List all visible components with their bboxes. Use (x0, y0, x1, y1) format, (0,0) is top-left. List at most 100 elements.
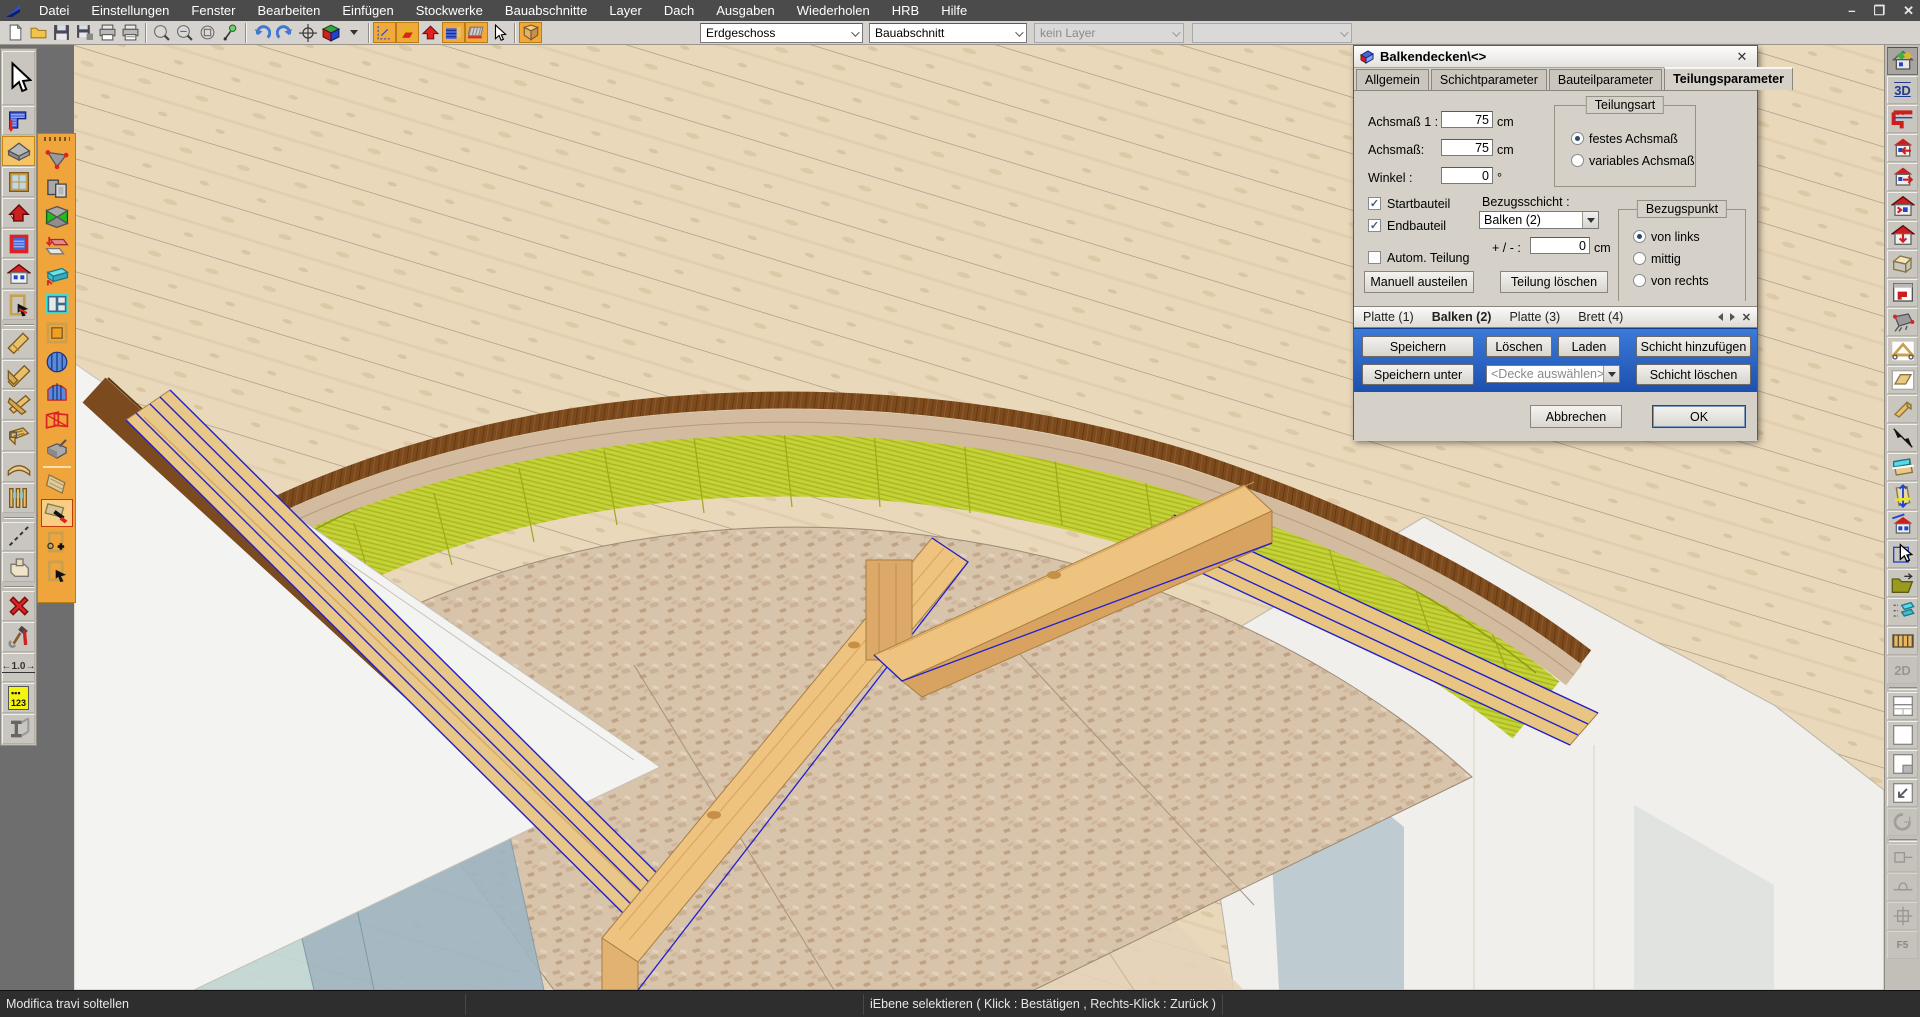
save-icon[interactable] (50, 22, 73, 43)
view-house-left-button[interactable] (1887, 134, 1918, 162)
house-tool[interactable] (2, 259, 35, 289)
layer-tab-prev-icon[interactable] (1718, 313, 1723, 321)
window-detail-button[interactable] (1887, 750, 1918, 778)
section-select[interactable]: Bauabschnitt (869, 23, 1027, 43)
wood-plank-tool[interactable] (41, 470, 73, 498)
rafter-tool[interactable] (2, 360, 35, 390)
abbrechen-button[interactable]: Abbrechen (1530, 405, 1622, 428)
menu-hilfe[interactable]: Hilfe (930, 1, 978, 20)
plank-fence-button[interactable] (1887, 627, 1918, 655)
radio-festes-achsmass[interactable] (1571, 132, 1584, 145)
dimension-tool[interactable]: ←1.0→ (2, 653, 35, 683)
schicht-hinzufuegen-button[interactable]: Schicht hinzufügen (1636, 336, 1751, 357)
plate-view-button[interactable] (1887, 366, 1918, 394)
cube-3d-icon[interactable] (319, 22, 342, 43)
undo-icon[interactable] (250, 22, 273, 43)
tab-schichtparameter[interactable]: Schichtparameter (1431, 69, 1547, 90)
print-icon[interactable] (96, 22, 119, 43)
laden-button[interactable]: Laden (1558, 336, 1620, 357)
dropdown-arrow-icon[interactable] (1582, 212, 1598, 228)
section-line-button[interactable] (1887, 424, 1918, 452)
wall-tool[interactable] (2, 106, 35, 136)
truss-view-button[interactable] (1887, 337, 1918, 365)
house-dimension-button[interactable] (1887, 511, 1918, 539)
hatch-stripe-icon[interactable] (465, 22, 488, 43)
select-tool[interactable] (2, 51, 35, 105)
window-tool[interactable] (2, 167, 35, 197)
roof-surface-tool[interactable] (41, 203, 73, 231)
menu-fenster[interactable]: Fenster (180, 1, 246, 20)
layout-panels-tool[interactable] (41, 290, 73, 318)
zoom-window-icon[interactable] (196, 22, 219, 43)
layer-tab-brett4[interactable]: Brett (4) (1569, 310, 1632, 324)
menu-datei[interactable]: Datei (28, 1, 80, 20)
window-single-button[interactable] (1887, 721, 1918, 749)
ok-button[interactable]: OK (1652, 405, 1746, 428)
winkel-input[interactable] (1441, 167, 1493, 184)
manuell-austeilen-button[interactable]: Manuell austeilen (1364, 271, 1474, 293)
radio-von-links[interactable] (1633, 230, 1646, 243)
schic ht-loeschen-button[interactable]: Schicht löschen (1636, 364, 1751, 385)
ruler-123-tool[interactable]: ▪▪▪123 (2, 683, 35, 713)
beam-insert-tool[interactable] (41, 261, 73, 289)
section-view-button[interactable] (1887, 453, 1918, 481)
speichern-button[interactable]: Speichern (1362, 336, 1474, 357)
decke-select[interactable]: <Decke auswählen> (1486, 365, 1620, 383)
window-shrink-button[interactable] (1887, 779, 1918, 807)
achsmass-input[interactable] (1441, 139, 1493, 156)
plate-triangle-tool[interactable] (41, 145, 73, 173)
view-house-front-button[interactable] (1887, 192, 1918, 220)
plate-insert-tool[interactable] (41, 232, 73, 260)
tab-teilungsparameter[interactable]: Teilungsparameter (1664, 67, 1793, 90)
roof-corner-icon[interactable] (419, 22, 442, 43)
view-plan-red-button[interactable] (1887, 105, 1918, 133)
outline-zigzag-tool[interactable] (41, 406, 73, 434)
delete-tool[interactable] (2, 591, 35, 621)
new-file-icon[interactable] (4, 22, 27, 43)
window-restore-button[interactable]: ❐ (1873, 3, 1885, 19)
redo-icon[interactable] (273, 22, 296, 43)
dashed-line-tool[interactable] (2, 522, 35, 552)
menu-bauabschnitte[interactable]: Bauabschnitte (494, 1, 598, 20)
window-minimize-button[interactable]: – (1848, 3, 1855, 18)
view-wireframe-button[interactable] (1887, 250, 1918, 278)
opening-select-tool[interactable] (41, 557, 73, 585)
menu-einstellungen[interactable]: Einstellungen (80, 1, 180, 20)
beam-view-button[interactable] (1887, 395, 1918, 423)
open-folder-icon[interactable] (27, 22, 50, 43)
menu-stockwerke[interactable]: Stockwerke (405, 1, 494, 20)
layer-tab-platte3[interactable]: Platte (3) (1500, 310, 1569, 324)
beam-cross-tool[interactable] (2, 390, 35, 420)
select-cursor-icon[interactable] (488, 22, 511, 43)
checkbox-endbauteil[interactable]: ✓ (1368, 219, 1381, 232)
menu-hrb[interactable]: HRB (881, 1, 930, 20)
measure-height-button[interactable] (1887, 482, 1918, 510)
cube-dropdown-icon[interactable] (342, 22, 365, 43)
menu-ausgaben[interactable]: Ausgaben (705, 1, 786, 20)
teilung-loeschen-button[interactable]: Teilung löschen (1500, 271, 1608, 293)
window-split-button[interactable] (1887, 692, 1918, 720)
panel-tool[interactable] (2, 229, 35, 259)
steel-beam-tool[interactable] (2, 714, 35, 744)
menu-dach[interactable]: Dach (653, 1, 705, 20)
zoom-select-icon[interactable] (219, 22, 242, 43)
layer-tab-close-icon[interactable]: ✕ (1742, 311, 1751, 324)
tab-bauteilparameter[interactable]: Bauteilparameter (1549, 69, 1662, 90)
stud-wall-tool[interactable] (2, 483, 35, 513)
arch-window-tool[interactable] (41, 377, 73, 405)
menu-layer[interactable]: Layer (598, 1, 653, 20)
dialog-titlebar[interactable]: Balkendecken\<> ✕ (1354, 46, 1757, 68)
stone-edit-tool[interactable] (41, 435, 73, 463)
radio-von-rechts[interactable] (1633, 274, 1646, 287)
plank-diagonal-tool[interactable] (2, 329, 35, 359)
view-house-top-button[interactable] (1887, 221, 1918, 249)
door-select-tool[interactable] (2, 290, 35, 320)
layer-tab-platte1[interactable]: Platte (1) (1354, 310, 1423, 324)
tab-allgemein[interactable]: Allgemein (1356, 69, 1429, 90)
achsmass1-input[interactable] (1441, 111, 1493, 128)
print-preview-icon[interactable] (119, 22, 142, 43)
axis-roof-icon[interactable] (396, 22, 419, 43)
round-panel-tool[interactable] (41, 348, 73, 376)
radio-variables-achsmass[interactable] (1571, 154, 1584, 167)
storey-select[interactable]: Erdgeschoss (700, 23, 863, 43)
